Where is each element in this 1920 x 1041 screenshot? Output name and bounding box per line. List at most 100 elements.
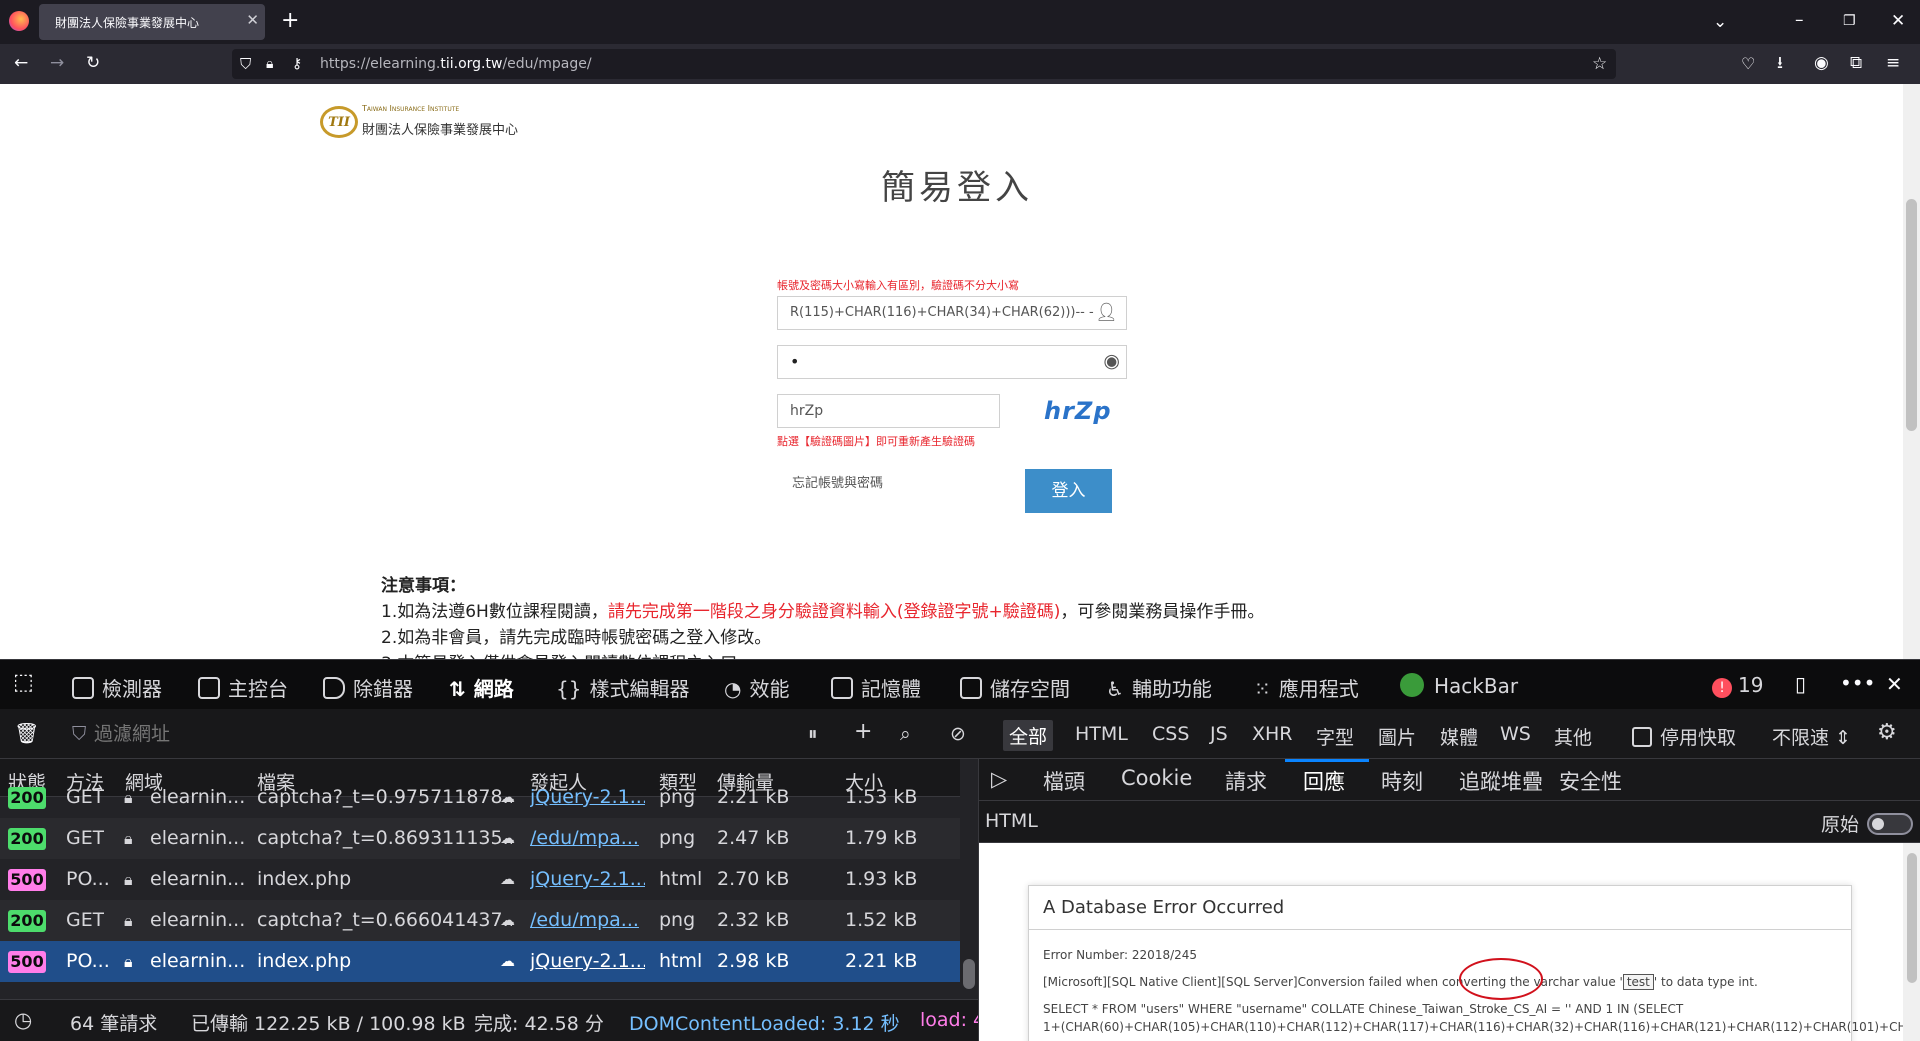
lock-icon: 🔒︎ (124, 829, 133, 848)
login-button[interactable]: 登入 (1025, 469, 1112, 513)
error-count[interactable]: ! 19 (1712, 673, 1763, 698)
tab-performance[interactable]: ◔ 效能 (724, 673, 789, 702)
new-tab-icon[interactable]: + (281, 10, 299, 32)
filter-js[interactable]: JS (1210, 723, 1228, 745)
url-text[interactable]: https://elearning.tii.org.tw/edu/mpage/ (320, 56, 592, 72)
menu-icon[interactable]: ≡ (1886, 53, 1900, 73)
filter-other[interactable]: 其他 (1554, 723, 1592, 750)
add-request-icon[interactable]: + (854, 719, 872, 744)
tab-request[interactable]: 請求 (1225, 766, 1267, 796)
captcha-image[interactable]: hrZp (1044, 397, 1124, 427)
filter-all[interactable]: 全部 (1003, 720, 1054, 751)
table-row[interactable]: 200 GET elearnin... captcha?_t=0.666041437.… (0, 900, 960, 941)
more-options-icon[interactable]: ••• (1840, 673, 1875, 693)
filter-urls-input[interactable] (94, 721, 784, 747)
table-row[interactable]: 500 PO... elearnin... index.php jQuery-2.1..… (0, 941, 960, 982)
cell-domain: elearnin... (150, 786, 246, 808)
tab-stack-trace[interactable]: 追蹤堆疊 (1459, 766, 1543, 796)
show-password-eye-icon[interactable]: ◉ (1103, 350, 1120, 372)
page-scrollbar[interactable] (1903, 84, 1920, 659)
pocket-icon[interactable]: ♡ (1741, 54, 1755, 74)
lock-icon: 🔒︎ (124, 911, 133, 930)
tab-timings[interactable]: 時刻 (1381, 766, 1423, 796)
captcha-input[interactable]: hrZp (777, 394, 1000, 428)
tab-response[interactable]: 回應 (1303, 766, 1345, 796)
table-row[interactable]: 500 PO... elearnin... index.php jQuery-2.1..… (0, 859, 960, 900)
minimize-icon[interactable]: – (1795, 10, 1804, 30)
tab-storage[interactable]: 儲存空間 (960, 673, 1070, 702)
filter-images[interactable]: 圖片 (1378, 723, 1416, 750)
tab-headers[interactable]: 檔頭 (1043, 766, 1085, 796)
filter-xhr[interactable]: XHR (1252, 723, 1293, 745)
extensions-icon[interactable]: ⧉ (1850, 53, 1862, 73)
tab-accessibility[interactable]: ♿︎ 輔助功能 (1106, 673, 1212, 702)
firefox-logo-icon[interactable] (9, 11, 29, 31)
cell-initiator[interactable]: /edu/mpa... (530, 909, 645, 931)
cell-initiator[interactable]: /edu/mpa... (530, 827, 645, 849)
pause-icon[interactable]: ⏸ (808, 723, 818, 745)
address-bar[interactable]: ⛉ 🔒︎ ⚷ https://elearning.tii.org.tw/edu/… (232, 49, 1616, 79)
tab-memory[interactable]: 記憶體 (831, 673, 921, 702)
db-error-sql-continued: 1+(CHAR(60)+CHAR(105)+CHAR(110)+CHAR(112… (1043, 1020, 1903, 1034)
permissions-icon[interactable]: ⚷ (292, 54, 302, 74)
tab-active[interactable]: 財團法人保險事業發展中心 ✕ (39, 4, 265, 40)
back-icon[interactable]: ← (14, 53, 28, 73)
search-icon[interactable]: ⌕ (900, 723, 911, 745)
cell-type: html (659, 868, 703, 890)
reload-icon[interactable]: ↻ (86, 53, 100, 73)
cell-type: png (659, 786, 696, 808)
cell-domain: elearnin... (150, 950, 246, 972)
toggle-sidebar-icon[interactable]: ▷ (991, 767, 1007, 791)
shield-icon[interactable]: ⛉ (240, 54, 251, 74)
bookmark-star-icon[interactable]: ☆ (1592, 54, 1607, 74)
disable-cache-checkbox[interactable]: 停用快取 (1632, 723, 1736, 750)
tracking-icon: ☁ (500, 829, 515, 847)
tab-console[interactable]: 主控台 (198, 673, 288, 702)
tab-application[interactable]: ⁙ 應用程式 (1254, 673, 1359, 702)
restore-icon[interactable]: ❐ (1843, 11, 1856, 31)
filter-html[interactable]: HTML (1075, 723, 1128, 745)
close-window-icon[interactable]: ✕ (1891, 11, 1905, 31)
responsive-mode-icon[interactable]: ▯ (1795, 674, 1806, 694)
throttle-select[interactable]: 不限速 ⇕ (1772, 723, 1851, 750)
tab-security[interactable]: 安全性 (1559, 766, 1622, 796)
table-row[interactable]: 200 GET elearnin... captcha?_t=0.869311135.… (0, 818, 960, 859)
password-field[interactable]: • ◉ (777, 345, 1127, 379)
cell-initiator[interactable]: jQuery-2.1... (530, 950, 645, 972)
cell-initiator[interactable]: jQuery-2.1... (530, 868, 645, 890)
cell-initiator[interactable]: jQuery-2.1... (530, 786, 645, 808)
trash-icon[interactable]: 🗑︎ (14, 723, 39, 743)
username-field[interactable]: R(115)+CHAR(116)+CHAR(34)+CHAR(62)))-- -… (777, 296, 1127, 330)
lock-icon[interactable]: 🔒︎ (266, 54, 273, 74)
response-scrollbar[interactable] (1903, 843, 1920, 1041)
filter-media[interactable]: 媒體 (1440, 723, 1478, 750)
forward-icon[interactable]: → (50, 53, 64, 73)
tab-inspector[interactable]: 檢測器 (72, 673, 162, 702)
raw-toggle[interactable] (1867, 813, 1913, 835)
cell-method: GET (66, 827, 105, 849)
account-icon[interactable]: ◉ (1814, 53, 1829, 73)
status-domcontentloaded: DOMContentLoaded: 3.12 秒 (629, 1013, 900, 1035)
tab-style-editor[interactable]: {} 樣式編輯器 (556, 673, 689, 702)
network-settings-gear-icon[interactable]: ⚙ (1877, 720, 1897, 745)
list-tabs-icon[interactable]: ⌄ (1713, 12, 1727, 32)
downloads-icon[interactable]: ⭳ (1777, 53, 1783, 73)
cell-size: 1.53 kB (845, 786, 918, 808)
filter-ws[interactable]: WS (1500, 723, 1531, 745)
tab-network[interactable]: ⇅ 網路 (449, 673, 514, 702)
db-error-message: [Microsoft][SQL Native Client][SQL Serve… (1043, 974, 1758, 990)
performance-timer-icon[interactable]: ◷ (14, 1008, 32, 1032)
tab-debugger[interactable]: 除錯器 (323, 673, 413, 702)
table-row[interactable]: 200 GET elearnin... captcha?_t=0.975711878.… (0, 777, 960, 818)
block-icon[interactable]: ⊘ (950, 723, 966, 745)
table-scrollbar[interactable] (960, 759, 978, 999)
filter-css[interactable]: CSS (1152, 723, 1189, 745)
close-devtools-icon[interactable]: ✕ (1886, 674, 1903, 694)
pick-element-icon[interactable]: ⬚ (13, 672, 34, 694)
notes-title: 注意事項： (381, 576, 466, 596)
tab-hackbar[interactable]: HackBar (1400, 673, 1518, 698)
close-tab-icon[interactable]: ✕ (246, 11, 259, 29)
forgot-link[interactable]: 忘記帳號與密碼 (792, 472, 883, 491)
filter-fonts[interactable]: 字型 (1316, 723, 1354, 750)
tab-cookies[interactable]: Cookie (1121, 766, 1192, 790)
